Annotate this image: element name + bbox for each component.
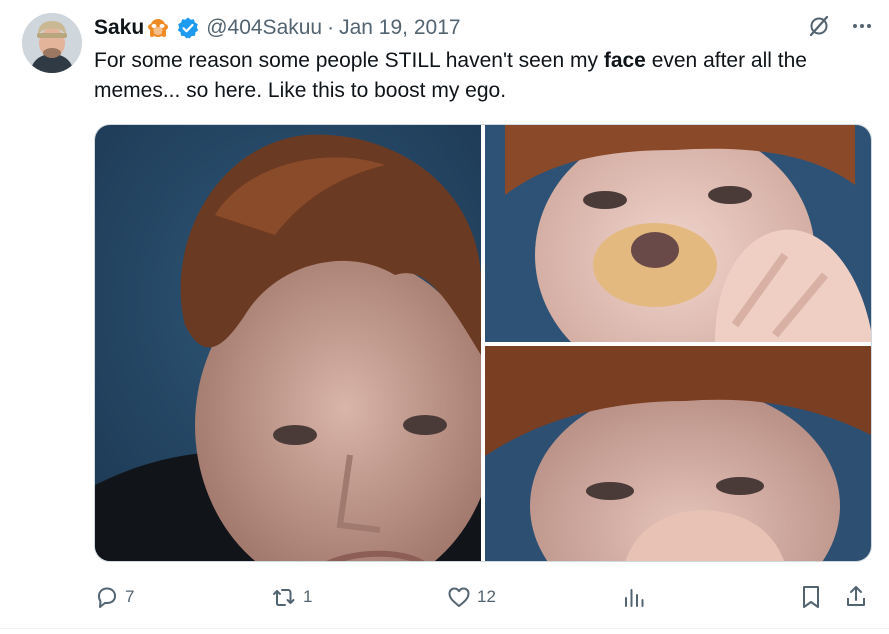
reply-count: 7 bbox=[125, 587, 135, 606]
media-grid bbox=[94, 124, 872, 562]
avatar-image bbox=[22, 13, 82, 73]
like-count: 12 bbox=[477, 587, 496, 606]
photo-selfie-3[interactable] bbox=[485, 346, 871, 561]
verified-badge-icon[interactable] bbox=[176, 16, 200, 40]
tweet-header: Saku @404Sakuu · Jan 19, 2017 bbox=[94, 14, 461, 42]
author-name[interactable]: Saku bbox=[94, 16, 144, 40]
divider bbox=[0, 628, 889, 629]
views-icon bbox=[625, 589, 644, 607]
author-handle[interactable]: @404Sakuu bbox=[206, 16, 322, 40]
retweet-count: 1 bbox=[303, 587, 313, 606]
tweet-date[interactable]: Jan 19, 2017 bbox=[339, 16, 460, 40]
reply-icon bbox=[98, 587, 116, 608]
like-icon bbox=[448, 587, 470, 607]
tweet-text-bold: face bbox=[603, 49, 646, 72]
reply-button[interactable]: 7 bbox=[94, 582, 134, 612]
share-button[interactable] bbox=[844, 582, 868, 612]
more-icon[interactable] bbox=[851, 15, 873, 37]
grok-icon[interactable] bbox=[807, 14, 831, 38]
views-button[interactable] bbox=[622, 582, 646, 612]
like-button[interactable]: 12 bbox=[446, 582, 496, 612]
bookmark-button[interactable] bbox=[799, 582, 823, 612]
tweet-text: For some reason some people STILL haven'… bbox=[94, 46, 874, 106]
tweet-actions: 7 1 12 bbox=[94, 582, 872, 612]
photo-selfie-1[interactable] bbox=[95, 125, 481, 561]
tweet-top-actions bbox=[807, 14, 873, 38]
retweet-icon bbox=[273, 589, 295, 606]
tweet-text-part: For some reason some people STILL haven'… bbox=[94, 49, 604, 72]
photo-selfie-dog-filter[interactable] bbox=[485, 125, 871, 342]
bookmark-icon bbox=[803, 586, 819, 608]
monkey-emoji-icon bbox=[146, 16, 170, 40]
avatar[interactable] bbox=[22, 13, 82, 73]
separator-dot: · bbox=[327, 16, 335, 39]
retweet-button[interactable]: 1 bbox=[270, 582, 312, 612]
share-icon bbox=[847, 586, 865, 606]
